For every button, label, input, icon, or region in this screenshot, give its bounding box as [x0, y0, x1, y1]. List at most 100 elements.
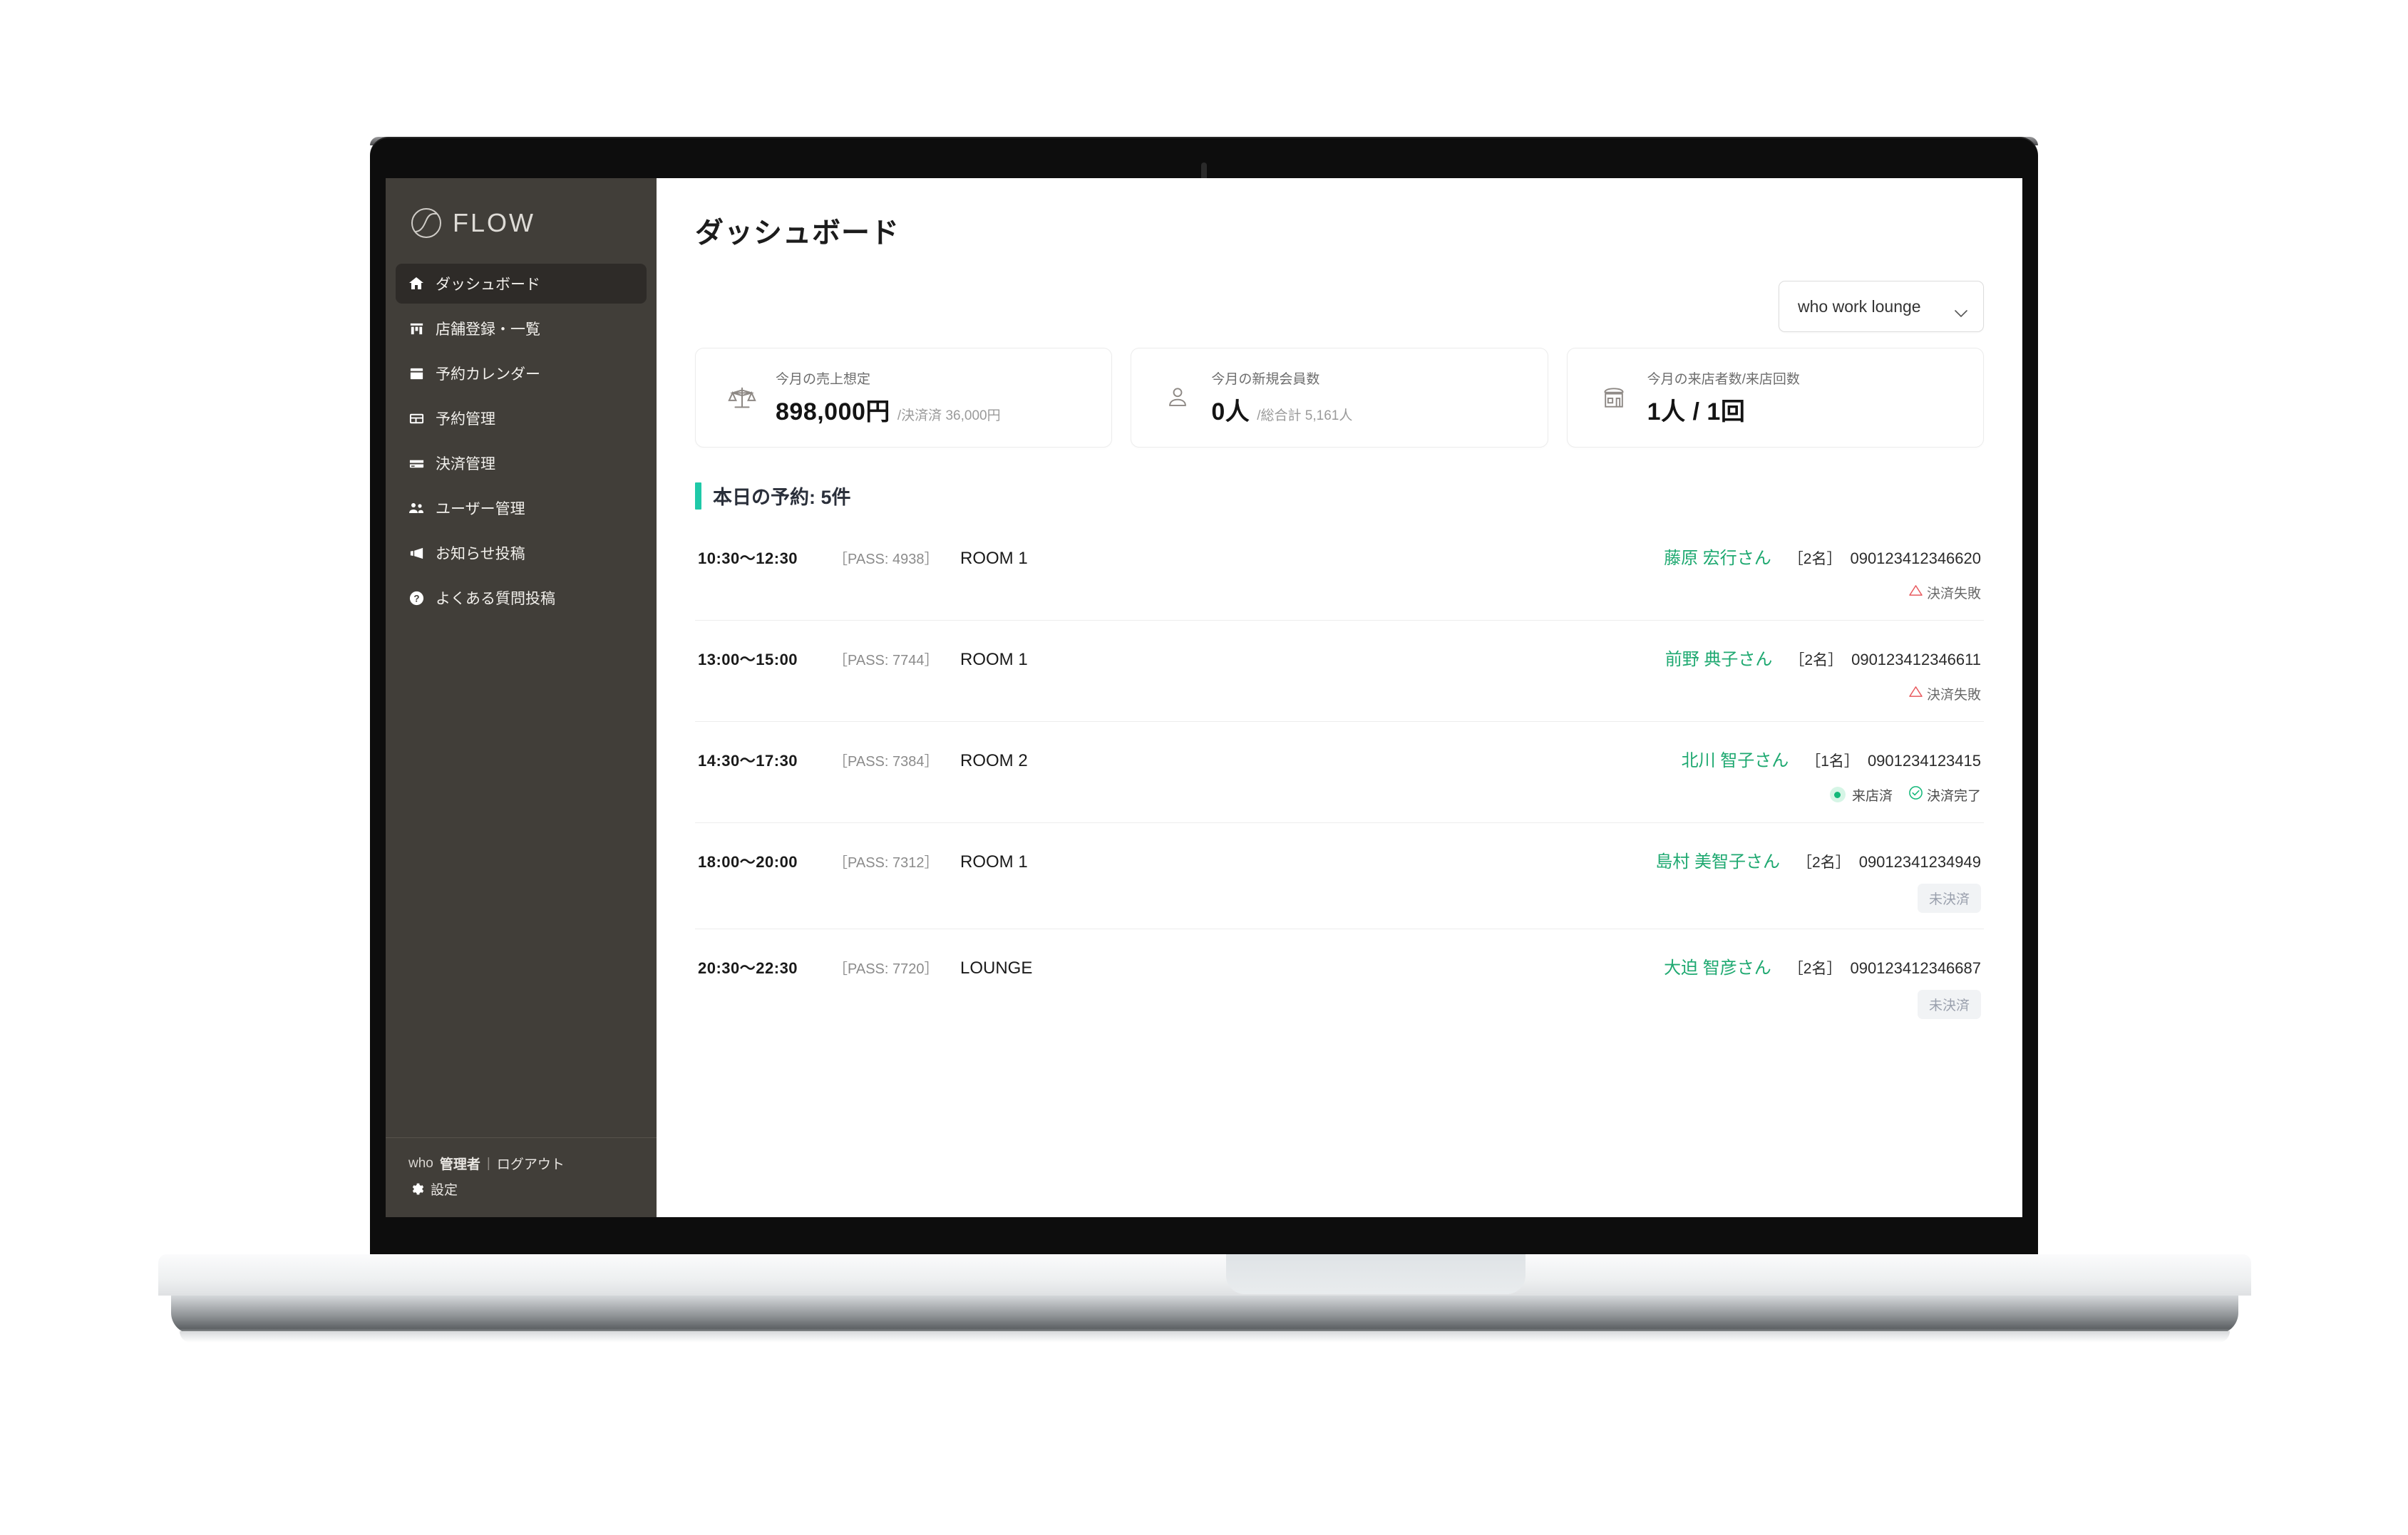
sidebar-item-store[interactable]: 店舗登録・一覧 [396, 309, 647, 348]
stat-label: 今月の新規会員数 [1211, 372, 1320, 387]
customer-phone: 090123412346687 [1850, 959, 1981, 977]
sidebar-item-label: お知らせ投稿 [436, 546, 525, 562]
sidebar-item-label: 決済管理 [436, 456, 495, 472]
page-title: ダッシュボード [695, 217, 900, 249]
sidebar-item-label: 店舗登録・一覧 [436, 321, 540, 338]
green-dot-icon [1829, 787, 1846, 802]
party-size: ［2名］ [1788, 961, 1842, 977]
status-badge: 来店済 [1829, 785, 1893, 805]
table-row[interactable]: 14:30〜17:30 ［PASS: 7384］ ROOM 2 北川 智子さん … [695, 722, 1984, 823]
customer-phone: 0901234123415 [1867, 752, 1981, 770]
sidebar-item-dashboard[interactable]: ダッシュボード [396, 264, 647, 304]
table-row[interactable]: 13:00〜15:00 ［PASS: 7744］ ROOM 1 前野 典子さん … [695, 621, 1984, 722]
customer-name[interactable]: 北川 智子さん [1682, 746, 1789, 771]
table-row[interactable]: 20:30〜22:30 ［PASS: 7720］ LOUNGE 大迫 智彦さん … [695, 929, 1984, 1035]
reservation-pass: ［PASS: 7744］ [833, 653, 939, 668]
svg-text:?: ? [413, 593, 419, 604]
party-size: ［1名］ [1806, 753, 1859, 770]
sidebar: FLOW ダッシュボード 店舗登録・一覧 予約カレンダー 予約管理 決済管理 ユ… [386, 178, 657, 1217]
stat-label: 今月の来店者数/来店回数 [1647, 372, 1800, 387]
laptop-base-shadow [180, 1331, 2230, 1343]
warning-triangle-icon [1909, 584, 1923, 601]
section-title: 本日の予約: 5件 [713, 487, 851, 508]
sidebar-nav: ダッシュボード 店舗登録・一覧 予約カレンダー 予約管理 決済管理 ユーザー管理… [386, 264, 657, 623]
status-badge: 決済失敗 [1909, 583, 1981, 602]
customer-phone: 090123412346611 [1851, 651, 1981, 668]
person-icon [1161, 381, 1194, 414]
status-badge: 未決済 [1917, 990, 1981, 1019]
sidebar-item-calendar[interactable]: 予約カレンダー [396, 353, 647, 393]
brand-name: FLOW [453, 208, 535, 237]
party-size: ［2名］ [1788, 551, 1842, 567]
table-row[interactable]: 10:30〜12:30 ［PASS: 4938］ ROOM 1 藤原 宏行さん … [695, 520, 1984, 621]
chevron-down-icon [1955, 303, 1967, 317]
store-icon [407, 319, 426, 338]
stat-card-revenue: 今月の売上想定 898,000円 /決済済 36,000円 [695, 348, 1113, 448]
customer-phone: 09012341234949 [1858, 853, 1981, 871]
sidebar-item-label: ユーザー管理 [436, 501, 525, 517]
reservation-time: 18:00〜20:00 [698, 853, 798, 871]
customer-name[interactable]: 大迫 智彦さん [1664, 953, 1771, 978]
party-size: ［2名］ [1789, 652, 1843, 668]
footer-who-label: who [408, 1155, 433, 1171]
reservation-pass: ［PASS: 7312］ [833, 855, 939, 871]
settings-link[interactable]: 設定 [408, 1179, 657, 1199]
gear-icon [408, 1182, 424, 1197]
reservation-time: 20:30〜22:30 [698, 959, 798, 977]
sidebar-item-reservations[interactable]: 予約管理 [396, 398, 647, 438]
table-row[interactable]: 18:00〜20:00 ［PASS: 7312］ ROOM 1 島村 美智子さん… [695, 823, 1984, 929]
customer-name[interactable]: 藤原 宏行さん [1664, 544, 1771, 569]
sidebar-item-announcements[interactable]: お知らせ投稿 [396, 533, 647, 573]
section-accent-bar [695, 482, 701, 510]
brand-logo: FLOW [386, 178, 657, 264]
status-badge: 決済完了 [1908, 785, 1981, 805]
stat-sub: /総合計 5,161人 [1257, 408, 1353, 423]
customer-name[interactable]: 前野 典子さん [1665, 645, 1773, 670]
section-header: 本日の予約: 5件 [695, 482, 1984, 510]
sidebar-item-faq[interactable]: ? よくある質問投稿 [396, 578, 647, 618]
scales-icon [726, 381, 758, 414]
stat-card-new-members: 今月の新規会員数 0人 /総合計 5,161人 [1131, 348, 1548, 448]
storefront-icon [1597, 381, 1630, 414]
main-content: ダッシュボード who work lounge 今月の売上想定 898,000円… [657, 178, 2022, 1217]
stat-value: 0人 [1211, 398, 1250, 425]
reservation-time: 13:00〜15:00 [698, 651, 798, 668]
store-select[interactable]: who work lounge [1779, 281, 1984, 332]
reservation-room: ROOM 2 [960, 751, 1028, 770]
sidebar-item-label: 予約管理 [436, 411, 495, 428]
footer-separator: | [486, 1155, 490, 1171]
warning-triangle-icon [1909, 686, 1923, 702]
screenshot-root: FLOW ダッシュボード 店舗登録・一覧 予約カレンダー 予約管理 決済管理 ユ… [0, 0, 2408, 1535]
party-size: ［2名］ [1797, 854, 1851, 871]
check-circle-icon [1908, 785, 1923, 805]
reservation-list: 10:30〜12:30 ［PASS: 4938］ ROOM 1 藤原 宏行さん … [695, 520, 1984, 1035]
stat-card-visitors: 今月の来店者数/来店回数 1人 / 1回 [1566, 348, 1984, 448]
footer-admin-label: 管理者 [439, 1157, 480, 1172]
status-label: 決済完了 [1926, 788, 1981, 804]
store-select-row: who work lounge [695, 281, 1984, 332]
megaphone-icon [407, 544, 426, 562]
sidebar-footer: who 管理者 | ログアウト 設定 [386, 1137, 657, 1217]
sidebar-item-label: 予約カレンダー [436, 366, 540, 383]
logout-link[interactable]: ログアウト [497, 1154, 565, 1173]
sidebar-item-label: よくある質問投稿 [436, 591, 555, 607]
status-label: 決済失敗 [1926, 687, 1981, 703]
reservation-pass: ［PASS: 7384］ [833, 754, 939, 770]
stat-label: 今月の売上想定 [776, 372, 871, 387]
customer-name[interactable]: 島村 美智子さん [1655, 847, 1780, 872]
sidebar-item-payments[interactable]: 決済管理 [396, 443, 647, 483]
laptop-base-notch [1226, 1254, 1525, 1294]
store-select-value: who work lounge [1798, 296, 1921, 316]
calendar-icon [407, 364, 426, 383]
stat-value: 898,000円 [776, 398, 890, 425]
table-icon [407, 409, 426, 428]
customer-phone: 090123412346620 [1850, 549, 1981, 567]
stat-sub: /決済済 36,000円 [897, 408, 1001, 423]
users-icon [407, 499, 426, 517]
sidebar-item-users[interactable]: ユーザー管理 [396, 488, 647, 528]
reservation-pass: ［PASS: 7720］ [833, 961, 939, 977]
home-icon [407, 274, 426, 293]
status-label: 決済失敗 [1926, 586, 1981, 601]
reservation-room: ROOM 1 [960, 549, 1028, 568]
stats-cards: 今月の売上想定 898,000円 /決済済 36,000円 今月の新規会員数 0… [695, 348, 1984, 448]
